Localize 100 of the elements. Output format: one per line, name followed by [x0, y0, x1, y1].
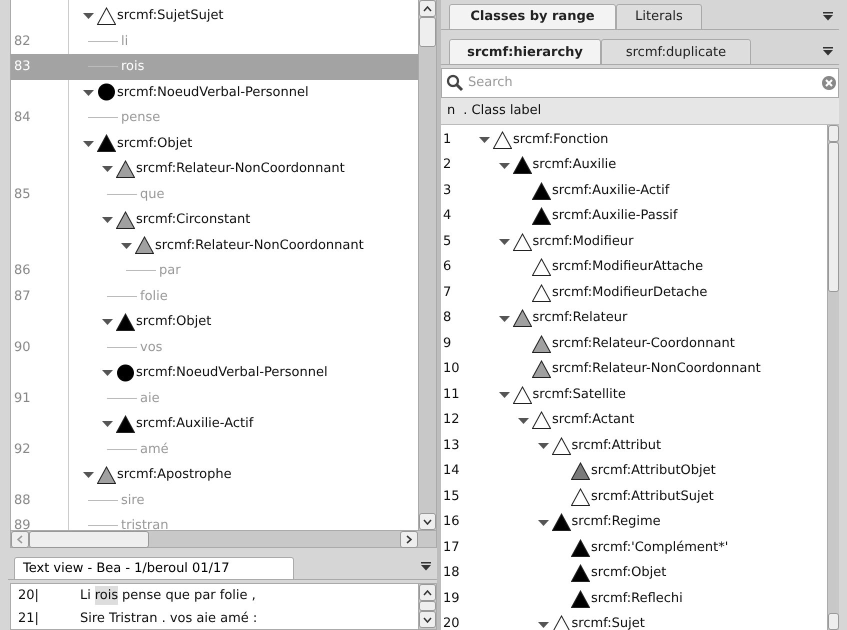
menu-dropdown-icon[interactable] — [421, 562, 431, 571]
tree-row[interactable]: 84 pense — [11, 105, 418, 130]
tree-row[interactable]: 13 srcmf:Attribut — [441, 432, 827, 458]
tree-row[interactable]: 10 srcmf:Relateur-NonCoordonnant — [441, 356, 827, 382]
clear-icon[interactable] — [822, 76, 836, 90]
tree-row[interactable]: 6 srcmf:ModifieurAttache — [441, 254, 827, 280]
collapse-arrow-icon[interactable] — [538, 441, 548, 450]
tree-row[interactable]: srcmf:NoeudVerbal-Personnel — [11, 80, 418, 105]
line-text: Li — [80, 586, 91, 605]
tree-row[interactable]: 91 aie — [11, 386, 418, 411]
tab[interactable]: Classes by range — [449, 4, 616, 29]
tree-row[interactable]: 7 srcmf:ModifieurDetache — [441, 280, 827, 306]
collapse-arrow-icon[interactable] — [102, 215, 113, 224]
line-number: 83 — [14, 59, 31, 74]
tree-row[interactable]: 89 tristran — [11, 513, 418, 530]
tab[interactable]: srcmf:duplicate — [601, 39, 751, 64]
tree-row[interactable]: 14 srcmf:AttributObjet — [441, 458, 827, 484]
scroll-thumb[interactable] — [419, 601, 436, 611]
tree-row[interactable]: srcmf:NoeudVerbal-Personnel — [11, 360, 418, 386]
collapse-arrow-icon[interactable] — [83, 138, 94, 148]
collapse-arrow-icon[interactable] — [121, 240, 132, 250]
tree-row[interactable]: 90 vos — [11, 334, 418, 360]
tree-row[interactable]: 86 par — [11, 258, 418, 284]
collapse-arrow-icon[interactable] — [538, 620, 548, 629]
row-number: 9 — [443, 336, 452, 351]
tree-row[interactable]: 11 srcmf:Satellite — [441, 382, 827, 408]
tree-row[interactable]: 92 amé — [11, 436, 418, 462]
collapse-arrow-icon[interactable] — [479, 135, 490, 144]
tree-row[interactable]: 5 srcmf:Modifieur — [441, 228, 827, 254]
tree-row[interactable]: srcmf:Auxilie-Actif — [11, 411, 418, 436]
tree-row[interactable]: srcmf:Objet — [11, 130, 418, 156]
scroll-thumb[interactable] — [828, 142, 839, 292]
scroll-thumb[interactable] — [29, 531, 149, 548]
tree-row[interactable]: 87 folie — [11, 284, 418, 309]
scroll-thumb[interactable] — [419, 17, 436, 47]
menu-dropdown-icon[interactable] — [823, 12, 833, 21]
scroll-up-button[interactable] — [419, 0, 436, 17]
tree-row[interactable]: 18 srcmf:Objet — [441, 560, 827, 586]
collapse-arrow-icon[interactable] — [83, 11, 94, 20]
collapse-arrow-icon[interactable] — [83, 470, 94, 480]
row-number: 3 — [443, 182, 452, 198]
node-label: srcmf:Objet — [117, 134, 192, 152]
collapse-arrow-icon[interactable] — [102, 164, 113, 174]
search-icon — [446, 74, 464, 92]
tree-row[interactable]: 20 srcmf:Sujet — [441, 611, 827, 630]
menu-dropdown-icon[interactable] — [823, 47, 833, 56]
collapse-arrow-icon[interactable] — [538, 518, 548, 527]
line-number: 89 — [14, 518, 31, 530]
class-label: srcmf:Modifieur — [532, 232, 634, 251]
tree-row[interactable]: srcmf:Circonstant — [11, 207, 418, 232]
token-text: vos — [140, 338, 162, 356]
collapse-arrow-icon[interactable] — [102, 317, 113, 326]
line-number: 85 — [14, 186, 31, 202]
tree-row[interactable]: 16 srcmf:Regime — [441, 509, 827, 535]
tree-row[interactable]: srcmf:SujetSujet — [11, 3, 418, 28]
tab[interactable]: srcmf:hierarchy — [449, 39, 601, 64]
token-text: sire — [121, 492, 144, 510]
collapse-arrow-icon[interactable] — [83, 88, 94, 97]
tree-row[interactable]: srcmf:Objet — [11, 309, 418, 334]
scroll-right-button[interactable] — [400, 531, 418, 548]
class-label: srcmf:Relateur-Coordonnant — [552, 334, 735, 353]
tree-row[interactable]: srcmf:Apostrophe — [11, 462, 418, 488]
row-number: 13 — [443, 438, 460, 453]
collapse-arrow-icon[interactable] — [102, 419, 113, 428]
search-field[interactable]: Search — [441, 68, 839, 98]
tree-row[interactable]: 9 srcmf:Relateur-Coordonnant — [441, 330, 827, 356]
collapse-arrow-icon[interactable] — [102, 368, 113, 378]
class-label: srcmf:AttributObjet — [591, 462, 716, 480]
class-label: srcmf:Relateur-NonCoordonnant — [552, 360, 761, 378]
collapse-arrow-icon[interactable] — [498, 390, 510, 400]
tree-row[interactable]: 1 srcmf:Fonction — [441, 126, 827, 152]
tree-row[interactable]: 3 srcmf:Auxilie-Actif — [441, 178, 827, 204]
tree-row[interactable]: 82 li — [11, 28, 418, 54]
scroll-down-button[interactable] — [419, 513, 436, 530]
tree-row[interactable]: 17 srcmf:'Complément*' — [441, 534, 827, 560]
collapse-arrow-icon[interactable] — [498, 160, 510, 170]
column-header[interactable]: . Class label — [463, 101, 542, 121]
collapse-arrow-icon[interactable] — [518, 416, 529, 425]
tab[interactable]: Text view - Bea - 1/beroul 01/17 — [14, 557, 294, 579]
scroll-down-button[interactable] — [419, 611, 436, 628]
search-input[interactable]: Search — [464, 72, 794, 94]
class-label: srcmf:Actant — [552, 411, 634, 430]
tab[interactable]: Literals — [616, 4, 702, 29]
tree-row[interactable]: 12 srcmf:Actant — [441, 407, 827, 433]
chevron-down-icon — [423, 616, 432, 622]
tree-row[interactable]: srcmf:Relateur-NonCoordonnant — [11, 156, 418, 182]
node-label: srcmf:Objet — [136, 313, 212, 331]
tree-row[interactable]: 15 srcmf:AttributSujet — [441, 484, 827, 510]
class-label: srcmf:Sujet — [572, 615, 645, 630]
tree-row[interactable]: 8 srcmf:Relateur — [441, 305, 827, 331]
collapse-arrow-icon[interactable] — [498, 314, 510, 323]
scroll-up-button[interactable] — [419, 584, 436, 601]
tree-row[interactable]: 85 que — [11, 182, 418, 207]
tree-row[interactable]: srcmf:Relateur-NonCoordonnant — [11, 232, 418, 258]
column-header[interactable]: n — [447, 101, 456, 121]
collapse-arrow-icon[interactable] — [498, 237, 510, 246]
tree-row[interactable]: 4 srcmf:Auxilie-Passif — [441, 203, 827, 229]
tree-row[interactable]: 2 srcmf:Auxilie — [441, 152, 827, 178]
tree-row[interactable]: 19 srcmf:Reflechi — [441, 586, 827, 612]
tree-row[interactable]: 88 sire — [11, 488, 418, 513]
